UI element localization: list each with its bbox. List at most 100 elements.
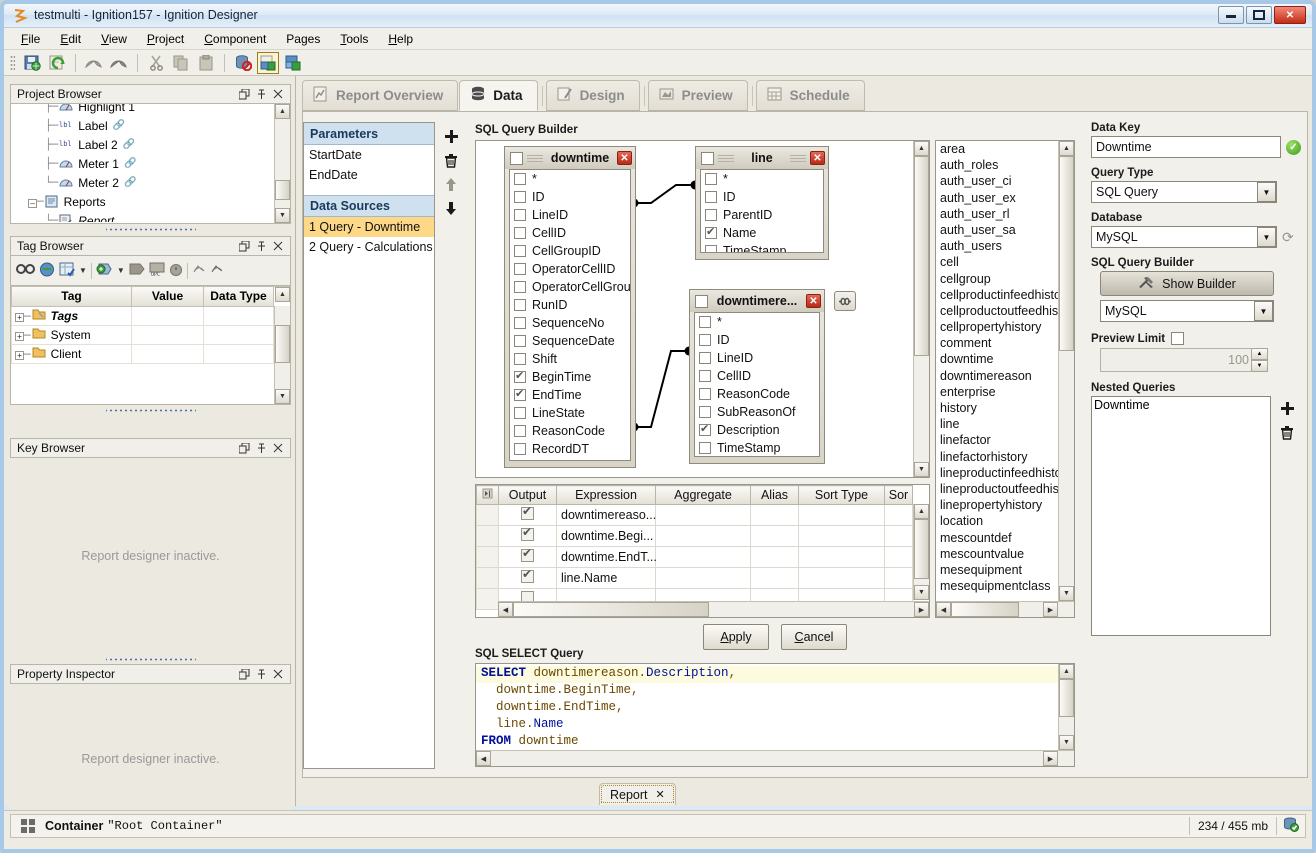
expression-cell[interactable]: downtime.EndT...	[557, 547, 656, 568]
field-checkbox[interactable]	[699, 406, 711, 418]
field-row[interactable]: ID	[695, 331, 819, 349]
sort-type-cell[interactable]	[799, 568, 885, 589]
scroll-thumb[interactable]	[914, 156, 929, 356]
list-item[interactable]: auth_roles	[936, 158, 1058, 174]
row-handle[interactable]	[477, 568, 499, 589]
alias-cell[interactable]	[751, 568, 799, 589]
menu-pages[interactable]: Pages	[277, 29, 329, 49]
table-row[interactable]: downtime.EndT...	[477, 547, 913, 568]
field-row[interactable]: *	[695, 313, 819, 331]
scroll-up-button[interactable]: ▲	[1059, 664, 1074, 679]
delete-icon[interactable]	[441, 148, 461, 172]
sql-text-editor[interactable]: SELECT downtimereason.Description, downt…	[475, 663, 1075, 767]
field-checkbox[interactable]	[705, 173, 717, 185]
data-source-query-downtime[interactable]: 1 Query - Downtime	[304, 217, 434, 237]
field-row[interactable]: ReasonCode	[510, 422, 630, 440]
collapse-toggle[interactable]: –	[28, 199, 37, 208]
publish-icon[interactable]	[46, 52, 68, 74]
preview-limit-checkbox[interactable]	[1171, 332, 1184, 345]
scroll-left-button[interactable]: ◀	[936, 602, 951, 617]
output-checkbox[interactable]	[521, 528, 534, 541]
export-icon[interactable]	[210, 262, 224, 279]
cancel-button[interactable]: Cancel	[781, 624, 847, 650]
add-tag-icon[interactable]	[96, 262, 113, 280]
spinner-buttons[interactable]: ▲ ▼	[1251, 348, 1268, 372]
field-row[interactable]: RunID	[510, 296, 630, 314]
query-table-downtime[interactable]: downtime ✕ * ID LineID CellID CellGroupI…	[504, 146, 636, 468]
list-item[interactable]: enterprise	[936, 385, 1058, 401]
preview-limit-spinner[interactable]: 100 ▲ ▼	[1100, 348, 1301, 372]
aggregate-cell[interactable]	[656, 568, 751, 589]
tree-item-reports[interactable]: – ─ Reports	[11, 192, 274, 211]
aggregate-cell[interactable]	[656, 505, 751, 526]
field-checkbox[interactable]	[514, 263, 526, 275]
column-alias[interactable]: Alias	[751, 486, 799, 505]
field-checkbox[interactable]	[514, 335, 526, 347]
field-row[interactable]: LineID	[695, 349, 819, 367]
table-list-vscrollbar[interactable]: ▲ ▼	[1058, 141, 1074, 601]
list-item[interactable]: mescountvalue	[936, 547, 1058, 563]
database-table-list[interactable]: area auth_roles auth_user_ci auth_user_e…	[935, 140, 1075, 618]
list-item[interactable]: auth_user_ci	[936, 174, 1058, 190]
column-output[interactable]: Output	[499, 486, 557, 505]
panel-resize-handle[interactable]	[106, 225, 196, 233]
grid-corner-button[interactable]	[477, 486, 499, 505]
scroll-thumb[interactable]	[275, 325, 290, 363]
redo-icon[interactable]	[108, 52, 130, 74]
row-handle[interactable]	[477, 526, 499, 547]
refresh-icon[interactable]: ⟳	[1282, 229, 1294, 246]
field-row[interactable]: CellID	[695, 367, 819, 385]
field-row[interactable]: LineState	[510, 404, 630, 422]
scroll-down-button[interactable]: ▼	[914, 462, 929, 477]
move-up-icon[interactable]	[441, 172, 461, 196]
tag-browser-table[interactable]: Tag Value Data Type +─Tags +─System	[10, 286, 291, 405]
tab-schedule[interactable]: Schedule	[756, 80, 865, 111]
database-select[interactable]: MySQL ▼	[1091, 226, 1277, 248]
scroll-up-button[interactable]: ▲	[275, 104, 290, 119]
save-icon[interactable]	[21, 52, 43, 74]
list-item[interactable]: cellgroup	[936, 272, 1058, 288]
tag-browse-icon[interactable]	[39, 262, 55, 280]
parameter-startdate[interactable]: StartDate	[304, 145, 434, 165]
close-icon[interactable]: ✕	[806, 294, 821, 308]
field-row[interactable]: ID	[701, 188, 823, 206]
alias-cell[interactable]	[751, 547, 799, 568]
timer-icon[interactable]	[169, 262, 183, 279]
aggregate-cell[interactable]	[656, 547, 751, 568]
table-select-checkbox[interactable]	[510, 152, 523, 165]
import-icon[interactable]	[192, 262, 206, 279]
tag-editor-icon[interactable]	[59, 262, 75, 280]
tree-item-label2[interactable]: ├─ lbl Label 2 🔗	[11, 135, 274, 154]
field-row[interactable]: Shift	[510, 350, 630, 368]
panel-resize-handle[interactable]	[106, 406, 196, 414]
field-checkbox[interactable]	[514, 191, 526, 203]
toolbar-grip[interactable]	[10, 55, 15, 71]
chevron-down-icon[interactable]: ▼	[1257, 227, 1276, 247]
query-output-grid[interactable]: Output Expression Aggregate Alias Sort T…	[475, 484, 930, 618]
sort-type-cell[interactable]	[799, 547, 885, 568]
parameter-enddate[interactable]: EndDate	[304, 165, 434, 185]
preview-limit-value[interactable]: 100	[1100, 348, 1252, 372]
field-row[interactable]: SequenceNo	[510, 314, 630, 332]
field-checkbox[interactable]	[514, 227, 526, 239]
close-icon[interactable]: ✕	[810, 151, 825, 165]
list-item[interactable]: linefactor	[936, 433, 1058, 449]
sort-type-cell[interactable]	[799, 505, 885, 526]
restore-icon[interactable]	[236, 666, 253, 682]
sort-order-cell[interactable]	[885, 547, 913, 568]
chevron-down-icon[interactable]: ▼	[1257, 182, 1276, 202]
spinner-down-button[interactable]: ▼	[1251, 360, 1268, 372]
field-checkbox[interactable]	[705, 245, 717, 253]
list-item[interactable]: lineproductinfeedhistory	[936, 466, 1058, 482]
project-browser-tree[interactable]: ├─ Highlight 1 ├─ lbl Label 🔗 ├─ l	[10, 104, 291, 224]
field-row[interactable]: ParentID	[701, 206, 823, 224]
drag-grip[interactable]	[718, 155, 734, 162]
restore-icon[interactable]	[236, 238, 253, 254]
drag-grip[interactable]	[527, 155, 543, 162]
undo-icon[interactable]	[83, 52, 105, 74]
list-item[interactable]: linepropertyhistory	[936, 498, 1058, 514]
list-item[interactable]: downtime	[936, 352, 1058, 368]
output-checkbox[interactable]	[521, 570, 534, 583]
alias-cell[interactable]	[751, 505, 799, 526]
sql-vscrollbar[interactable]: ▲ ▼	[1058, 664, 1074, 750]
